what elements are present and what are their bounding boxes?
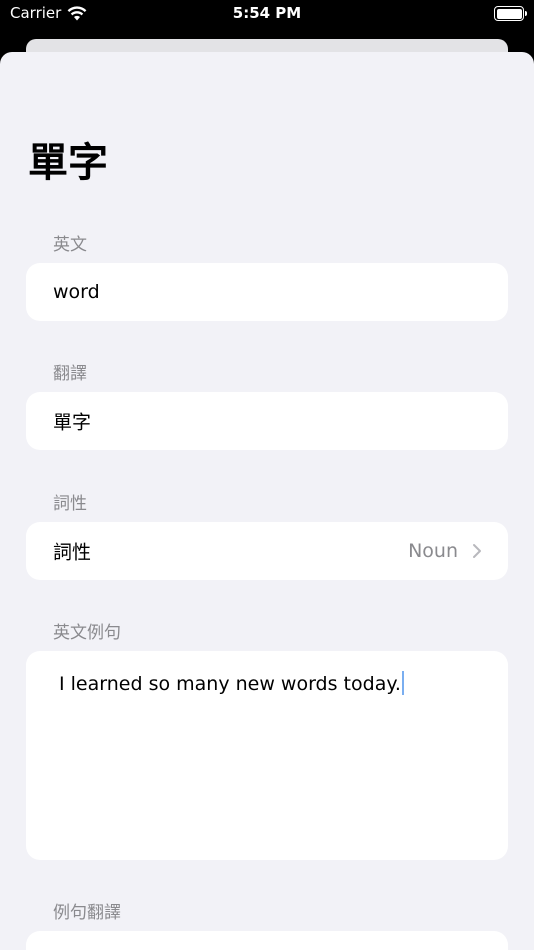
form-sheet: 單字 英文 word 翻譯 單字 詞性 詞性 Noun 英文例句 I learn…: [0, 52, 534, 950]
english-field[interactable]: word: [26, 263, 508, 321]
example-translation-label: 例句翻譯: [53, 903, 121, 923]
part-of-speech-label: 詞性: [53, 494, 87, 514]
example-textarea[interactable]: I learned so many new words today.: [26, 651, 508, 860]
example-text-wrap: I learned so many new words today.: [59, 671, 404, 695]
english-label: 英文: [53, 235, 87, 255]
example-translation-textarea[interactable]: [26, 931, 508, 950]
part-of-speech-value: Noun: [408, 540, 458, 562]
battery-level: [496, 8, 522, 19]
translation-value: 單字: [53, 411, 92, 434]
text-caret: [401, 671, 404, 695]
example-value: I learned so many new words today.: [59, 673, 401, 695]
english-value: word: [53, 281, 100, 303]
status-time: 5:54 PM: [232, 4, 302, 22]
battery-icon: [494, 6, 527, 21]
translation-field[interactable]: 單字: [26, 392, 508, 450]
status-bar: Carrier 5:54 PM: [0, 0, 534, 30]
page-title: 單字: [28, 140, 108, 186]
part-of-speech-row-label: 詞性: [53, 541, 92, 564]
example-label: 英文例句: [53, 623, 121, 643]
chevron-right-icon: [472, 543, 482, 559]
translation-label: 翻譯: [53, 364, 87, 384]
part-of-speech-picker[interactable]: 詞性 Noun: [26, 522, 508, 580]
